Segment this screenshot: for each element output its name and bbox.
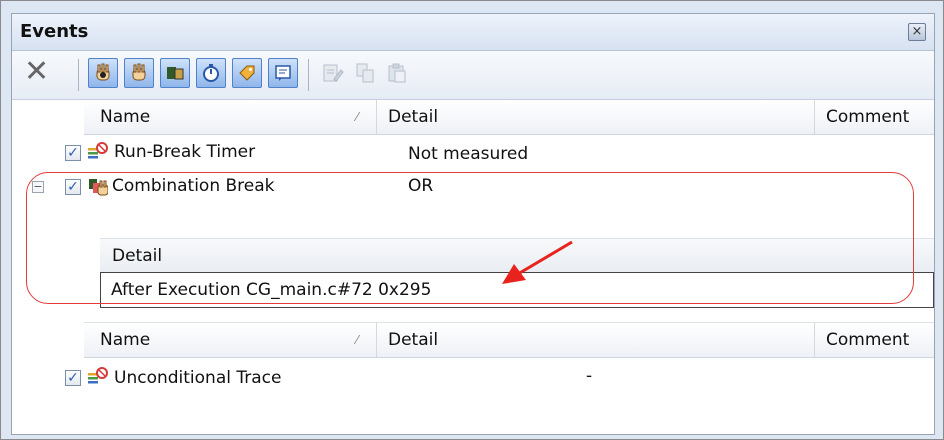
enable-checkbox[interactable]: ✓ bbox=[65, 145, 81, 161]
column-header-row: Name ⁄ Detail Comment bbox=[84, 100, 934, 135]
delete-button[interactable]: ✕ bbox=[24, 57, 49, 87]
timer-event-icon bbox=[88, 142, 108, 159]
column-header-comment[interactable]: Comment bbox=[826, 107, 909, 127]
event-name: Run-Break Timer bbox=[114, 142, 256, 162]
note-icon bbox=[275, 65, 291, 81]
table-row[interactable]: ✓ Run-Break Timer Not measured bbox=[12, 136, 934, 170]
software-break-button[interactable] bbox=[124, 58, 154, 88]
edit-condition-button[interactable] bbox=[318, 58, 348, 88]
column-header-detail[interactable]: Detail bbox=[388, 107, 438, 127]
copy-condition-button[interactable] bbox=[350, 58, 380, 88]
column-header-detail[interactable]: Detail bbox=[388, 330, 438, 350]
toolbar-separator bbox=[78, 59, 79, 91]
copy-icon bbox=[356, 63, 374, 83]
panel-title: Events bbox=[20, 21, 89, 42]
comment-button[interactable] bbox=[268, 58, 298, 88]
sort-indicator-icon: ⁄ bbox=[356, 333, 359, 347]
stopwatch-icon bbox=[203, 64, 219, 82]
column-divider[interactable] bbox=[814, 100, 815, 134]
hand-outline-icon bbox=[132, 63, 146, 81]
column-header-row: Name ⁄ Detail Comment bbox=[84, 322, 934, 358]
paste-condition-button[interactable] bbox=[382, 58, 412, 88]
hand-icon bbox=[96, 63, 110, 81]
hardware-break-button[interactable] bbox=[88, 58, 118, 88]
timer-button[interactable] bbox=[196, 58, 226, 88]
event-name: Unconditional Trace bbox=[114, 368, 282, 388]
callout-arrow-icon bbox=[502, 240, 573, 284]
column-divider[interactable] bbox=[376, 100, 377, 134]
title-bar: Events × bbox=[12, 14, 934, 51]
column-divider[interactable] bbox=[814, 323, 815, 357]
sort-indicator-icon: ⁄ bbox=[356, 110, 359, 124]
column-header-comment[interactable]: Comment bbox=[826, 330, 909, 350]
enable-checkbox[interactable]: ✓ bbox=[65, 370, 81, 386]
column-header-name[interactable]: Name bbox=[100, 330, 150, 350]
close-button[interactable]: × bbox=[908, 23, 926, 41]
toolbar-separator bbox=[308, 59, 309, 91]
trace-event-icon bbox=[88, 367, 108, 384]
edit-icon bbox=[323, 64, 344, 82]
column-header-name[interactable]: Name bbox=[100, 107, 150, 127]
tag-icon bbox=[239, 65, 255, 81]
paste-icon bbox=[388, 63, 406, 83]
trace-button[interactable] bbox=[160, 58, 190, 88]
toolbar: ✕ bbox=[12, 51, 934, 100]
table-row[interactable]: ✓ Unconditional Trace - bbox=[12, 362, 934, 396]
highlight-callout bbox=[26, 172, 914, 304]
event-detail: - bbox=[586, 366, 593, 386]
event-detail: Not measured bbox=[408, 144, 529, 164]
action-button[interactable] bbox=[232, 58, 262, 88]
trace-icon bbox=[167, 67, 184, 80]
column-divider[interactable] bbox=[376, 323, 377, 357]
